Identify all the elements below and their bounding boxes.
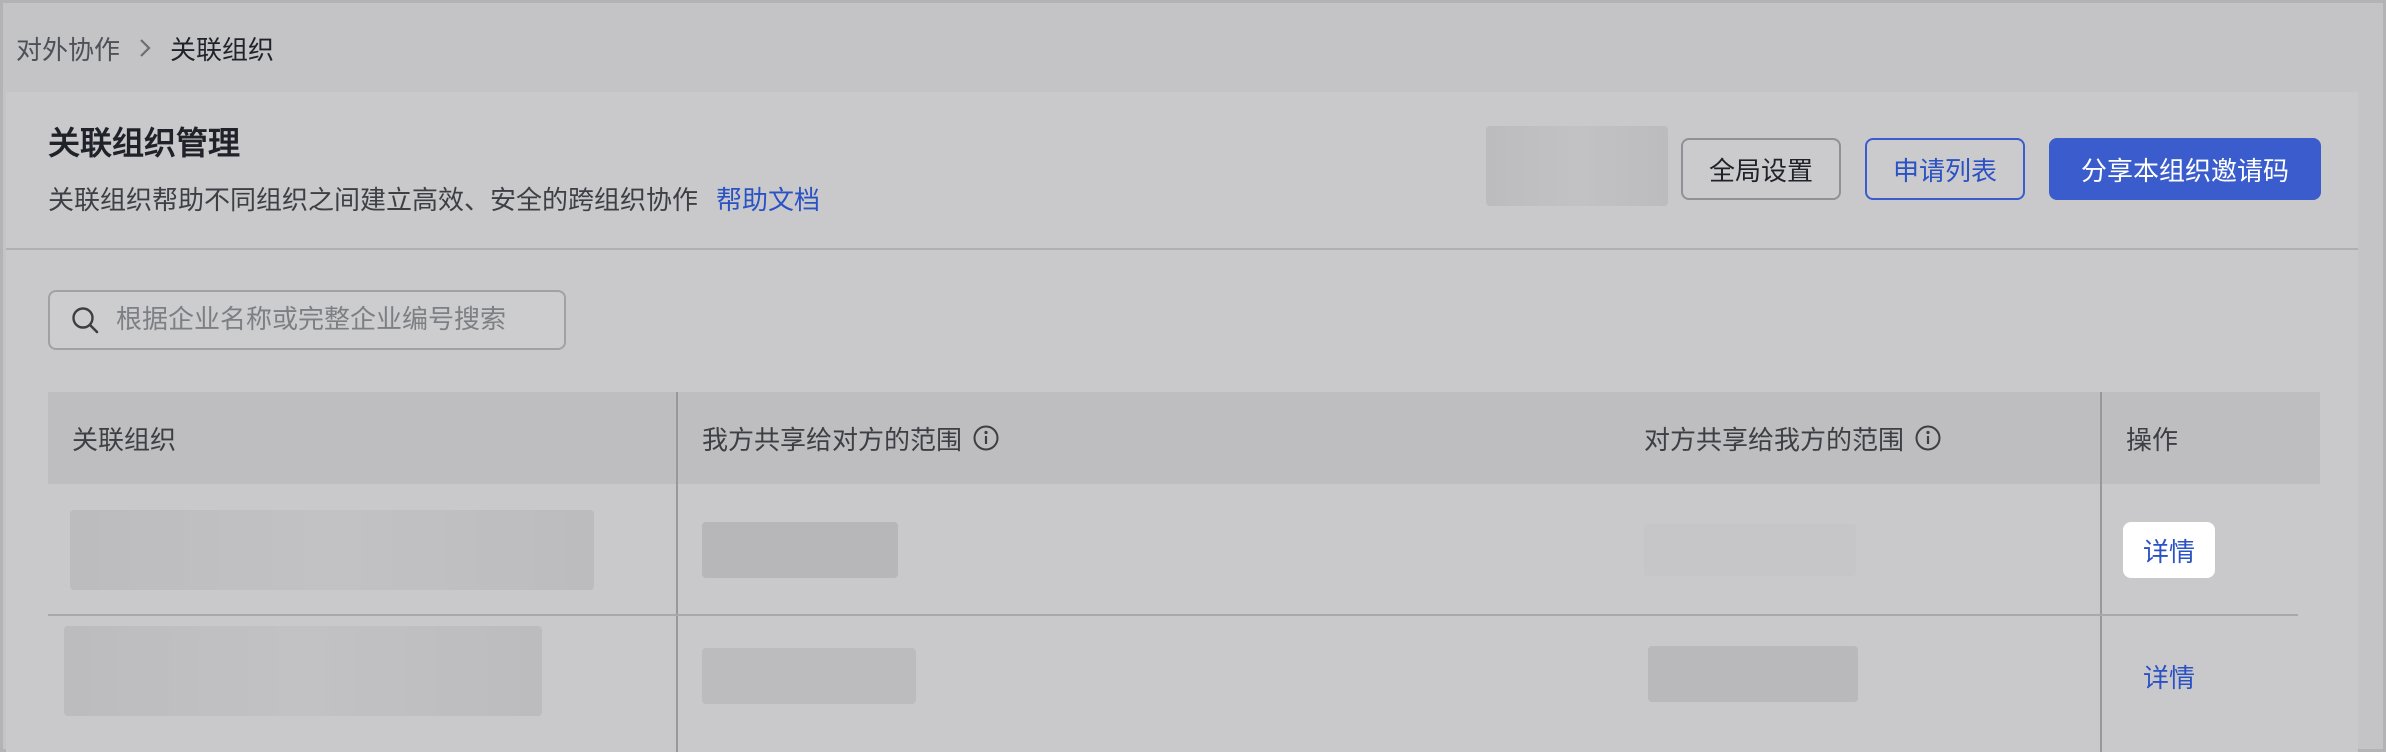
- redacted-their-scope: [1644, 524, 1856, 576]
- info-icon[interactable]: [1914, 424, 1942, 452]
- detail-link[interactable]: 详情: [2123, 522, 2215, 578]
- detail-link[interactable]: 详情: [2123, 648, 2215, 704]
- search-box[interactable]: [48, 290, 566, 350]
- table-header: 关联组织 我方共享给对方的范围 对方共享给我方的范围 操作: [48, 392, 2320, 484]
- column-header-their-scope-label: 对方共享给我方的范围: [1644, 425, 1905, 456]
- help-doc-link[interactable]: 帮助文档: [716, 180, 820, 217]
- org-table: 关联组织 我方共享给对方的范围 对方共享给我方的范围 操作 详情 详情: [48, 392, 2320, 752]
- column-header-our-scope-label: 我方共享给对方的范围: [702, 425, 963, 456]
- page-subtitle-row: 关联组织帮助不同组织之间建立高效、安全的跨组织协作 帮助文档: [48, 180, 820, 217]
- page-header: 关联组织管理 关联组织帮助不同组织之间建立高效、安全的跨组织协作 帮助文档 全局…: [6, 92, 2358, 250]
- redacted-org-name: [64, 626, 542, 716]
- table-row: 详情: [48, 616, 2320, 752]
- chevron-right-icon: [138, 37, 152, 59]
- column-header-our-scope: 我方共享给对方的范围: [702, 392, 1000, 484]
- breadcrumb-current: 关联组织: [170, 35, 275, 66]
- redacted-block: [1486, 126, 1668, 206]
- column-header-their-scope: 对方共享给我方的范围: [1644, 392, 1942, 484]
- table-row: 详情: [48, 484, 2320, 614]
- redacted-their-scope: [1648, 646, 1858, 702]
- info-icon[interactable]: [972, 424, 1000, 452]
- redacted-our-scope: [702, 648, 916, 704]
- column-header-org: 关联组织: [72, 425, 177, 456]
- share-invite-code-button[interactable]: 分享本组织邀请码: [2049, 138, 2321, 200]
- apply-list-button[interactable]: 申请列表: [1865, 138, 2025, 200]
- breadcrumb-parent[interactable]: 对外协作: [16, 30, 120, 67]
- redacted-org-name: [70, 510, 594, 590]
- page-subtitle: 关联组织帮助不同组织之间建立高效、安全的跨组织协作: [48, 186, 699, 216]
- column-header-actions: 操作: [2126, 425, 2179, 456]
- main-card: 关联组织管理 关联组织帮助不同组织之间建立高效、安全的跨组织协作 帮助文档 全局…: [6, 92, 2358, 752]
- breadcrumb: 对外协作 关联组织: [16, 28, 274, 68]
- search-icon: [70, 305, 100, 335]
- search-input[interactable]: [114, 304, 548, 336]
- page-title: 关联组织管理: [48, 124, 241, 162]
- global-settings-button[interactable]: 全局设置: [1681, 138, 1841, 200]
- redacted-our-scope: [702, 522, 898, 578]
